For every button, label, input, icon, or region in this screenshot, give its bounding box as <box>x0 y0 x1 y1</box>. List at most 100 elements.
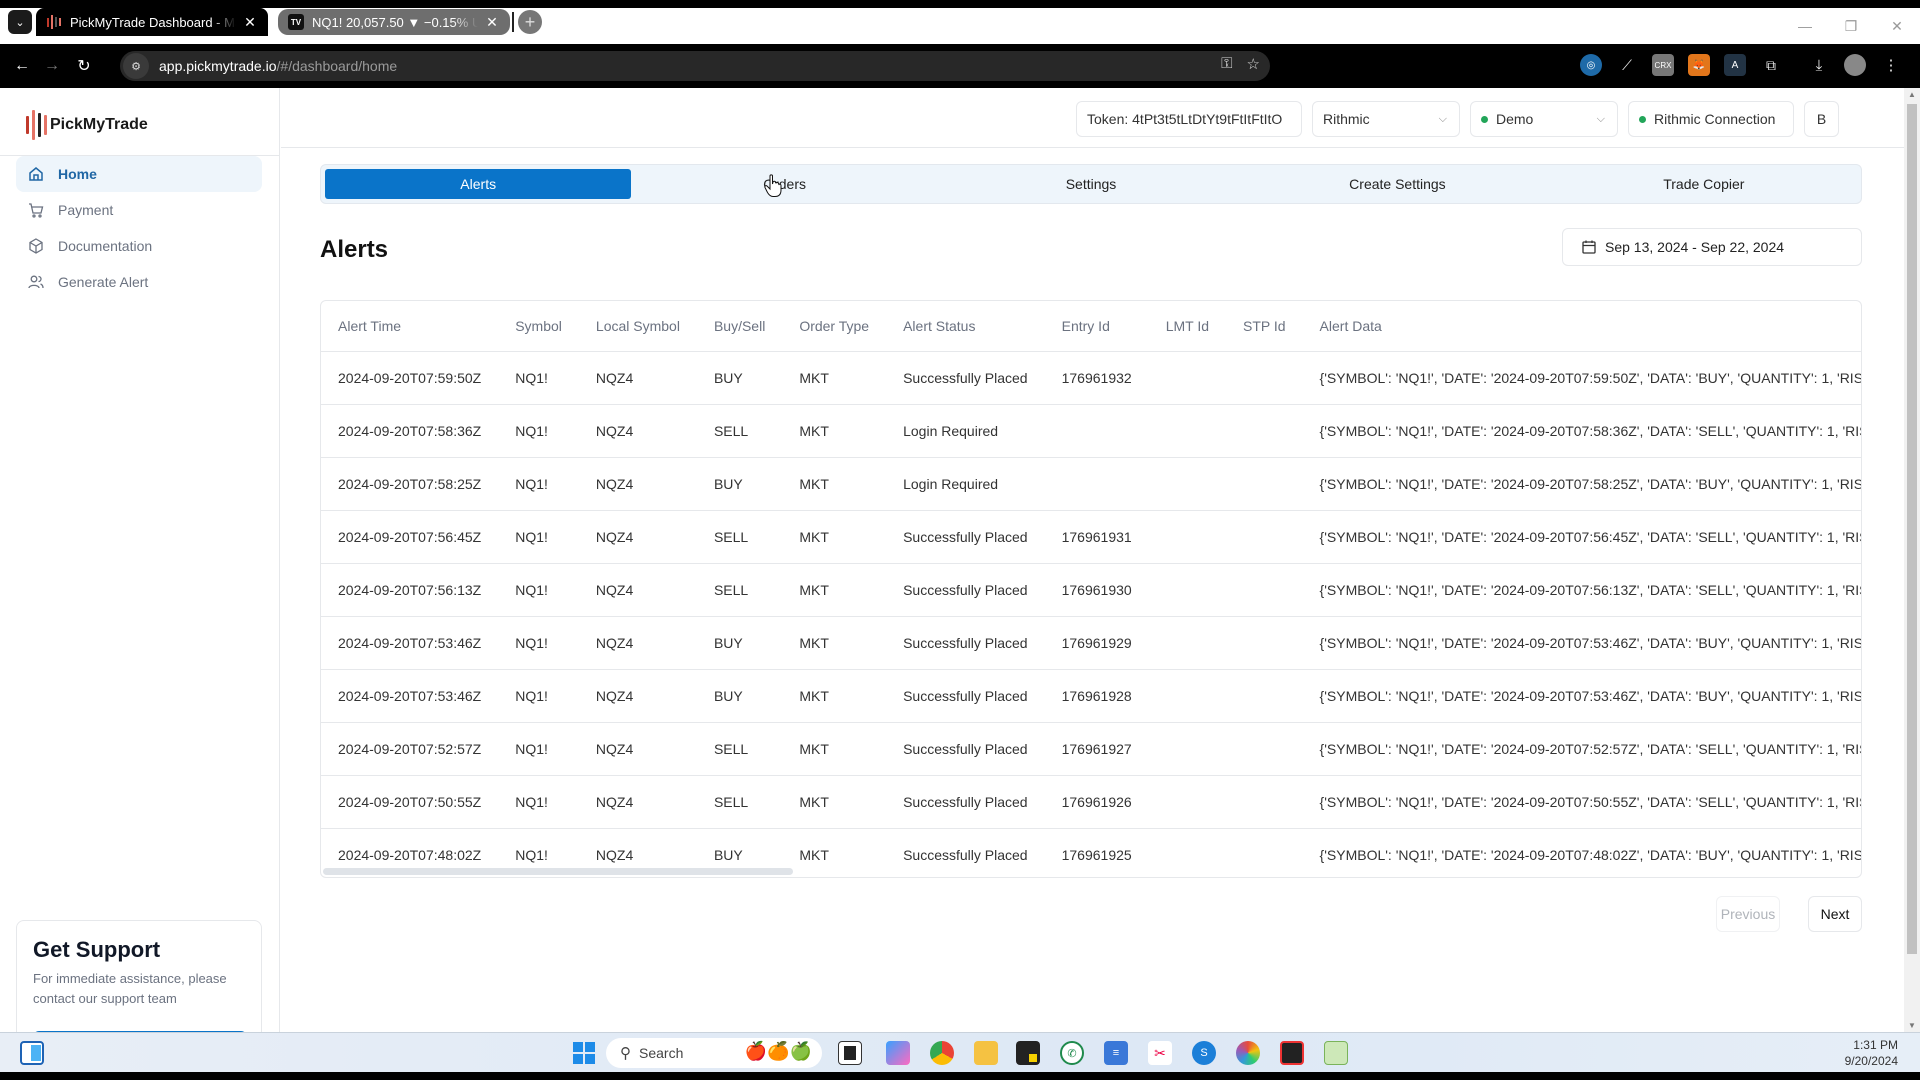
bookmark-star-icon[interactable]: ☆ <box>1247 55 1260 73</box>
extension-broom-icon[interactable]: ⟋ <box>1616 54 1638 76</box>
file-explorer-icon[interactable] <box>974 1041 998 1065</box>
scrollbar-thumb[interactable] <box>1907 104 1917 954</box>
table-row[interactable]: 2024-09-20T07:59:50Z NQ1! NQZ4 BUY MKT Succes… <box>321 351 1861 405</box>
table-cell: NQZ4 <box>578 404 697 458</box>
copilot-icon[interactable] <box>886 1041 910 1065</box>
date-range-picker[interactable]: Sep 13, 2024 - Sep 22, 2024 <box>1562 228 1862 266</box>
tab-orders[interactable]: Orders <box>631 169 937 199</box>
table-row[interactable]: 2024-09-20T07:53:46Z NQ1! NQZ4 BUY MKT Succes… <box>321 669 1861 723</box>
table-row[interactable]: 2024-09-20T07:52:57Z NQ1! NQZ4 SELL MKT Succe… <box>321 722 1861 776</box>
tradingview-favicon-icon: TV <box>288 14 304 30</box>
browser-tab-tradingview[interactable]: TV NQ1! 20,057.50 ▼ −0.15% Unnamed ✕ <box>278 9 510 35</box>
table-cell: Login Required <box>886 404 1045 458</box>
table-cell: NQZ4 <box>578 351 697 405</box>
scroll-up-icon[interactable]: ▲ <box>1904 90 1920 99</box>
extensions-puzzle-icon[interactable]: ⧉ <box>1760 54 1782 76</box>
table-row[interactable]: 2024-09-20T07:53:46Z NQ1! NQZ4 BUY MKT Succes… <box>321 616 1861 670</box>
tab-trade-copier[interactable]: Trade Copier <box>1551 169 1857 199</box>
whatsapp-icon[interactable]: ✆ <box>1060 1041 1084 1065</box>
table-cell: NQ1! <box>498 775 579 829</box>
photos-icon[interactable] <box>1236 1041 1260 1065</box>
token-display[interactable]: Token: 4tPt3t5tLtDtYt9tFtItFtItO <box>1076 101 1302 137</box>
sidebar-item-payment[interactable]: Payment <box>16 192 262 228</box>
alerts-table-scroll[interactable]: Alert Time Symbol Local Symbol Buy/Sell Orde… <box>321 301 1861 877</box>
sidebar-item-generate-alert[interactable]: Generate Alert <box>16 264 262 300</box>
app-icon[interactable] <box>1324 1041 1348 1065</box>
skype-icon[interactable]: S <box>1192 1041 1216 1065</box>
table-cell: Successfully Placed <box>886 563 1045 617</box>
tab-create-settings[interactable]: Create Settings <box>1244 169 1550 199</box>
table-cell: NQ1! <box>498 351 579 405</box>
column-header: Symbol <box>498 301 579 352</box>
close-tab-icon[interactable]: ✕ <box>484 14 500 31</box>
extension-a-icon[interactable]: A <box>1724 54 1746 76</box>
address-bar[interactable]: ⚙ app.pickmytrade.io/#/dashboard/home ⚿ … <box>120 51 1270 81</box>
table-cell: 176961932 <box>1044 351 1149 405</box>
horizontal-scrollbar[interactable] <box>323 868 793 875</box>
close-tab-icon[interactable]: ✕ <box>242 14 258 31</box>
profile-avatar[interactable] <box>1844 54 1866 76</box>
extension-globe-icon[interactable]: ◎ <box>1580 54 1602 76</box>
table-cell: Successfully Placed <box>886 722 1045 776</box>
table-cell <box>1226 722 1303 776</box>
column-header: Alert Time <box>321 301 499 352</box>
table-row[interactable]: 2024-09-20T07:56:45Z NQ1! NQZ4 SELL MKT Succe… <box>321 510 1861 564</box>
scroll-down-icon[interactable]: ▼ <box>1904 1021 1920 1030</box>
browser-tab-pickmytrade[interactable]: PickMyTrade Dashboard - Manage ✕ <box>36 8 268 36</box>
table-cell: Login Required <box>886 457 1045 511</box>
next-page-button[interactable]: Next <box>1808 896 1862 932</box>
table-cell: NQZ4 <box>578 722 697 776</box>
snipping-tool-icon[interactable]: ✂ <box>1148 1041 1172 1065</box>
table-row[interactable]: 2024-09-20T07:58:25Z NQ1! NQZ4 BUY MKT Login … <box>321 457 1861 511</box>
sidebar-item-documentation[interactable]: Documentation <box>16 228 262 264</box>
page-scrollbar[interactable]: ▲ ▼ <box>1904 88 1920 1032</box>
table-cell: NQ1! <box>498 457 579 511</box>
chevron-down-icon: ⌵ <box>1596 112 1605 125</box>
browser-menu-icon[interactable]: ⋮ <box>1880 54 1902 76</box>
brand-logo[interactable]: PickMyTrade <box>26 108 148 142</box>
pickmytrade-favicon-icon <box>46 14 62 30</box>
screen-recorder-icon[interactable] <box>1280 1041 1304 1065</box>
sidebar-item-home[interactable]: Home <box>16 156 262 192</box>
restore-icon[interactable]: ❐ <box>1828 18 1874 35</box>
forward-icon[interactable]: → <box>40 54 64 78</box>
table-cell: SELL <box>696 563 783 617</box>
extension-crx-icon[interactable]: CRX <box>1652 54 1674 76</box>
reload-icon[interactable]: ↻ <box>72 54 96 78</box>
task-view-icon[interactable] <box>838 1041 862 1065</box>
table-cell <box>1148 351 1226 405</box>
account-select[interactable]: Demo ⌵ <box>1470 101 1618 137</box>
tab-search-button[interactable]: ⌄ <box>8 10 32 34</box>
table-cell <box>1044 457 1149 511</box>
table-row[interactable]: 2024-09-20T07:58:36Z NQ1! NQZ4 SELL MKT Login… <box>321 404 1861 458</box>
box-icon <box>28 238 44 254</box>
download-icon[interactable]: ⤓ <box>1808 54 1830 76</box>
back-icon[interactable]: ← <box>10 54 34 78</box>
chrome-icon[interactable] <box>930 1041 954 1065</box>
minimize-icon[interactable]: — <box>1782 18 1828 34</box>
taskbar-search[interactable]: ⚲ Search 🍎🍊🍏 <box>606 1038 822 1068</box>
tab-settings[interactable]: Settings <box>938 169 1244 199</box>
start-icon[interactable] <box>572 1041 596 1065</box>
table-row[interactable]: 2024-09-20T07:56:13Z NQ1! NQZ4 SELL MKT Succe… <box>321 563 1861 617</box>
new-tab-button[interactable]: + <box>518 10 542 34</box>
user-avatar-button[interactable]: B <box>1804 101 1839 137</box>
extension-metamask-icon[interactable]: 🦊 <box>1688 54 1710 76</box>
system-clock[interactable]: 1:31 PM 9/20/2024 <box>1845 1037 1898 1069</box>
notepad-icon[interactable]: ≡ <box>1104 1041 1128 1065</box>
tab-alerts[interactable]: Alerts <box>325 169 632 199</box>
column-header: Buy/Sell <box>696 301 783 352</box>
previous-page-button[interactable]: Previous <box>1716 896 1780 932</box>
widgets-icon[interactable] <box>20 1041 44 1065</box>
sticky-notes-icon[interactable] <box>1016 1041 1040 1065</box>
screen: ⌄ PickMyTrade Dashboard - Manage ✕ TV NQ… <box>0 0 1920 1080</box>
table-cell: 2024-09-20T07:53:46Z <box>321 616 499 670</box>
site-info-icon[interactable]: ⚙ <box>123 53 149 79</box>
broker-select[interactable]: Rithmic ⌵ <box>1312 101 1460 137</box>
table-cell <box>1149 828 1226 877</box>
table-cell <box>1148 669 1226 723</box>
close-window-icon[interactable]: ✕ <box>1874 18 1920 35</box>
table-row[interactable]: 2024-09-20T07:50:55Z NQ1! NQZ4 SELL MKT Succe… <box>321 775 1861 829</box>
password-key-icon[interactable]: ⚿ <box>1221 55 1232 73</box>
connection-status-button[interactable]: Rithmic Connection <box>1628 101 1794 137</box>
